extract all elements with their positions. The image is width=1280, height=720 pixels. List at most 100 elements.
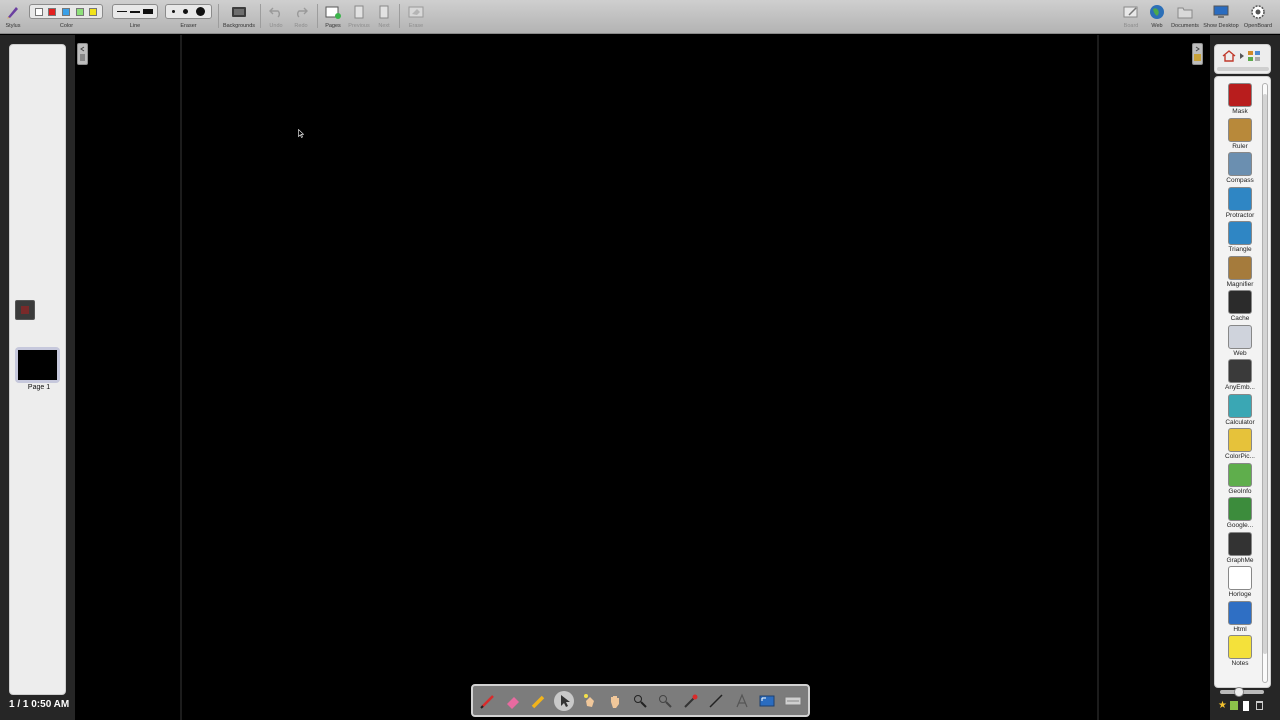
web-button[interactable]: Web	[1145, 0, 1169, 34]
library-item-protractor[interactable]: Protractor	[1218, 186, 1262, 219]
backgrounds-button[interactable]: Backgrounds	[222, 0, 256, 34]
collapse-left-panel-button[interactable]	[77, 43, 88, 65]
eraser-size-options	[165, 4, 212, 19]
selector-tool[interactable]	[554, 691, 574, 711]
cache-icon	[1228, 290, 1252, 314]
calculator-icon	[1228, 393, 1252, 418]
color-swatch-yellow[interactable]	[89, 7, 98, 16]
library-item-label: Ruler	[1232, 142, 1248, 150]
library-item-triangle[interactable]: Triangle	[1218, 221, 1262, 253]
keyboard-icon	[784, 696, 802, 706]
capture-icon	[759, 695, 775, 707]
library-item-colorpicker[interactable]: ColorPic...	[1218, 428, 1262, 460]
capture-tool[interactable]	[757, 691, 777, 711]
pages-button[interactable]: Pages	[321, 0, 345, 34]
breadcrumb-arrow-icon	[1240, 53, 1244, 59]
color-swatch-red[interactable]	[48, 7, 57, 16]
toolbar-separator	[218, 4, 219, 28]
line-medium-option[interactable]	[129, 10, 140, 13]
library-item-calculator[interactable]: Calculator	[1218, 393, 1262, 426]
next-page-icon	[374, 4, 394, 20]
clock-icon	[1228, 566, 1252, 590]
show-desktop-button[interactable]: Show Desktop	[1203, 0, 1239, 34]
stylus-palette	[471, 684, 810, 717]
zoom-out-tool[interactable]	[655, 691, 675, 711]
collapse-right-panel-button[interactable]	[1192, 43, 1203, 65]
pen-tool[interactable]	[478, 691, 498, 711]
zoom-in-tool[interactable]	[630, 691, 650, 711]
openboard-menu-button[interactable]: OpenBoard	[1241, 0, 1275, 34]
line-group: Line	[112, 0, 158, 34]
eraser-large-option[interactable]	[196, 7, 205, 16]
previous-page-button[interactable]: Previous	[346, 0, 372, 34]
board-button[interactable]: Board	[1119, 0, 1143, 34]
library-item-ruler[interactable]: Ruler	[1218, 117, 1262, 150]
colorpicker-icon	[1228, 428, 1252, 452]
hand-tool[interactable]	[605, 691, 625, 711]
color-swatch-blue[interactable]	[61, 7, 70, 16]
library-item-mask[interactable]: Mask	[1218, 83, 1262, 115]
chevron-left-icon	[80, 46, 85, 61]
line-icon	[709, 694, 723, 708]
whiteboard-canvas[interactable]	[75, 35, 1210, 720]
desktop-icon	[1211, 4, 1231, 20]
library-grid-icon[interactable]	[1247, 50, 1261, 62]
eraser-medium-option[interactable]	[183, 9, 188, 14]
color-swatch-green[interactable]	[75, 7, 84, 16]
marker-icon	[531, 695, 545, 709]
eraser-small-option[interactable]	[172, 10, 175, 13]
eraser-label: Eraser	[180, 23, 197, 29]
stylus-button[interactable]: Stylus	[2, 0, 24, 34]
line-tool[interactable]	[706, 691, 726, 711]
interact-tool[interactable]	[580, 691, 600, 711]
library-item-label: Web	[1233, 349, 1247, 357]
previous-label: Previous	[348, 23, 370, 29]
keyboard-tool[interactable]	[783, 691, 803, 711]
marker-tool[interactable]	[529, 691, 549, 711]
library-item-notes[interactable]: Notes	[1218, 635, 1262, 667]
library-item-magnifier[interactable]: Magnifier	[1218, 255, 1262, 288]
add-folder-icon[interactable]	[1230, 701, 1238, 710]
documents-button[interactable]: Documents	[1170, 0, 1200, 34]
laser-tool[interactable]	[681, 691, 701, 711]
color-swatch-white[interactable]	[34, 7, 43, 16]
undo-label: Undo	[269, 23, 283, 29]
toolbar-separator	[260, 4, 261, 28]
zoom-slider-handle[interactable]	[1234, 687, 1244, 697]
new-page-icon[interactable]	[1243, 701, 1249, 711]
library-item-label: Calculator	[1225, 418, 1255, 426]
library-item-cache[interactable]: Cache	[1218, 290, 1262, 322]
eraser-tool[interactable]	[503, 691, 523, 711]
library-item-compass[interactable]: Compass	[1218, 152, 1262, 184]
library-item-label: GraphMe	[1226, 556, 1254, 564]
library-item-geoinfo[interactable]: GeoInfo	[1218, 462, 1262, 495]
text-tool[interactable]	[732, 691, 752, 711]
color-group: Color	[29, 0, 104, 34]
line-label: Line	[129, 23, 141, 29]
erase-button[interactable]: Erase	[404, 0, 428, 34]
line-thick-option[interactable]	[143, 9, 154, 14]
next-page-button[interactable]: Next	[373, 0, 395, 34]
library-item-graphme[interactable]: GraphMe	[1218, 531, 1262, 564]
library-scrollbar[interactable]	[1262, 83, 1268, 683]
trash-icon[interactable]	[1256, 701, 1263, 710]
library-nav-scrollbar[interactable]	[1217, 67, 1269, 71]
redo-button[interactable]: Redo	[289, 0, 313, 34]
stop-recording-button[interactable]	[15, 300, 35, 320]
library-item-anyembed[interactable]: AnyEmb...	[1218, 359, 1262, 391]
library-navigation	[1214, 44, 1271, 74]
board-icon	[1121, 4, 1141, 20]
favorite-star-icon[interactable]: ★	[1218, 700, 1227, 711]
library-item-folder[interactable]: Web	[1218, 324, 1262, 357]
erase-page-icon	[406, 4, 426, 20]
line-thin-option[interactable]	[116, 11, 127, 12]
ruler-icon	[1228, 117, 1252, 142]
page-thumbnail[interactable]	[15, 347, 60, 383]
undo-button[interactable]: Undo	[264, 0, 288, 34]
library-item-html[interactable]: Html	[1218, 600, 1262, 633]
erase-label: Erase	[408, 23, 424, 29]
library-item-googlemap[interactable]: Google...	[1218, 497, 1262, 529]
home-icon[interactable]	[1222, 50, 1236, 62]
web-label: Web	[1151, 23, 1163, 29]
library-item-clock[interactable]: Horloge	[1218, 566, 1262, 598]
